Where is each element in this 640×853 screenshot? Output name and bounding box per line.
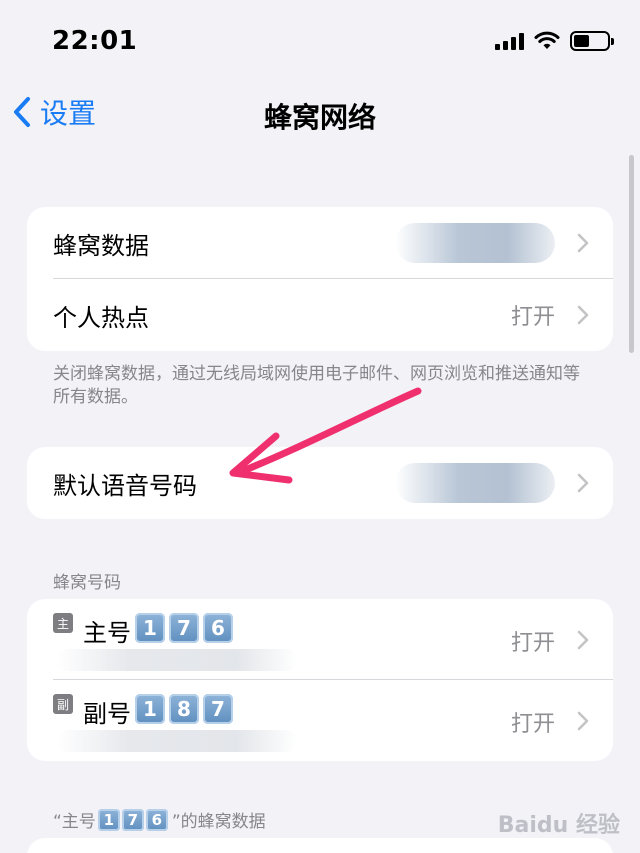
- section-header-primary-cellular-data: “主号 1 7 6 ”的蜂窝数据: [53, 807, 266, 832]
- digit-keycap: 8: [169, 694, 199, 724]
- signal-icon: [495, 32, 524, 50]
- scroll-indicator[interactable]: [629, 155, 634, 353]
- default-voice-number-row[interactable]: 默认语音号码: [27, 447, 613, 519]
- sim-badge: 副: [53, 694, 73, 714]
- navigation-bar: 设置 蜂窝网络: [0, 86, 640, 142]
- page-title: 蜂窝网络: [263, 101, 376, 134]
- chevron-right-icon: [577, 473, 589, 493]
- digit-keycap: 1: [135, 613, 165, 643]
- battery-icon: [570, 31, 614, 51]
- cellular-settings-group: 蜂窝数据 个人热点 打开: [27, 207, 613, 351]
- digit-keycap: 1: [97, 808, 120, 831]
- row-value: 打开: [510, 631, 555, 656]
- row-label: 个人热点: [53, 303, 149, 332]
- sim-badge: 主: [53, 613, 73, 633]
- row-label: 副号: [83, 700, 131, 728]
- redacted-value: [395, 223, 555, 263]
- digit-keycap: 1: [135, 694, 165, 724]
- status-icons: [495, 28, 614, 54]
- row-value: 打开: [510, 712, 555, 737]
- digit-keycap: 7: [121, 808, 144, 831]
- row-value: 打开: [510, 305, 555, 330]
- redacted-number: [57, 730, 297, 752]
- section-header-cellular-numbers: 蜂窝号码: [53, 573, 121, 593]
- chevron-right-icon: [577, 630, 589, 649]
- row-label: 主号: [83, 619, 131, 647]
- digit-keycap: 6: [145, 808, 168, 831]
- header-suffix: ”的蜂窝数据: [171, 812, 266, 832]
- cellular-data-group: [27, 838, 613, 853]
- redacted-value: [395, 463, 555, 503]
- chevron-right-icon: [577, 711, 589, 730]
- cellular-numbers-group: 主 主号 1 7 6 打开 副 副号 1 8 7 打开: [27, 599, 613, 761]
- primary-line-row[interactable]: 主 主号 1 7 6 打开: [27, 599, 613, 680]
- personal-hotspot-row[interactable]: 个人热点 打开: [27, 279, 613, 351]
- cellular-footnote: 关闭蜂窝数据，通过无线局域网使用电子邮件、网页浏览和推送通知等所有数据。: [53, 364, 580, 407]
- row-label: 蜂窝数据: [53, 231, 149, 260]
- header-prefix: “主号: [53, 812, 96, 832]
- cellular-data-row[interactable]: 蜂窝数据: [27, 207, 613, 279]
- status-time: 22:01: [52, 26, 138, 56]
- redacted-number: [57, 649, 297, 671]
- digit-keycap: 7: [169, 613, 199, 643]
- wifi-icon: [534, 31, 560, 49]
- row-label: 默认语音号码: [53, 471, 197, 500]
- secondary-line-row[interactable]: 副 副号 1 8 7 打开: [27, 680, 613, 761]
- chevron-right-icon: [577, 305, 589, 325]
- status-bar: 22:01: [0, 0, 640, 80]
- chevron-right-icon: [577, 233, 589, 253]
- digit-keycap: 7: [203, 694, 233, 724]
- default-voice-group: 默认语音号码: [27, 447, 613, 519]
- watermark: Baidu 经验: [497, 813, 620, 838]
- digit-keycap: 6: [203, 613, 233, 643]
